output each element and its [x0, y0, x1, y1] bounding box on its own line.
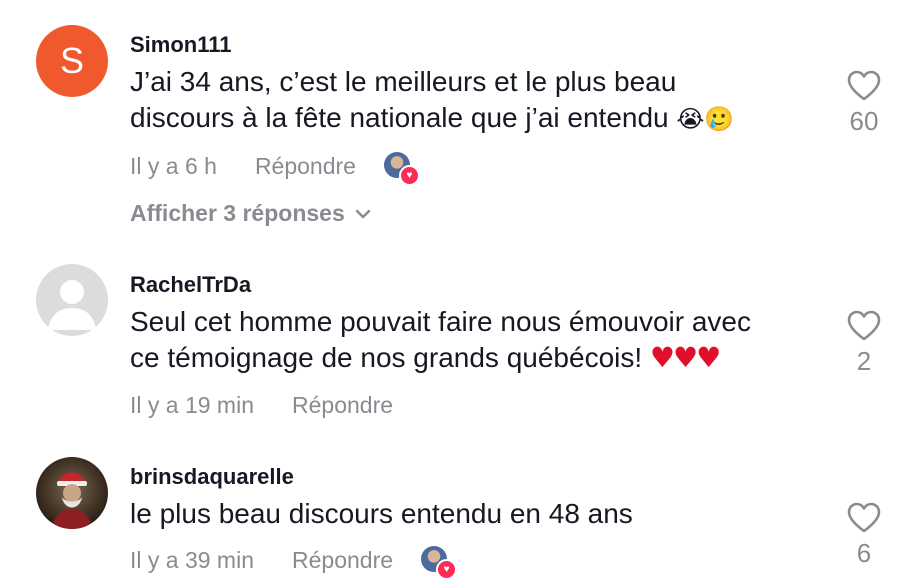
- comment-username[interactable]: Simon111: [130, 32, 232, 58]
- heart-badge-icon: ♥: [436, 559, 458, 580]
- comment-text-line: le plus beau discours entendu en 48 ans: [130, 498, 633, 529]
- comment-text: J’ai 34 ans, c’est le meilleurs et le pl…: [130, 64, 810, 137]
- comment-meta: Il y a 39 min Répondre ♥: [130, 546, 458, 580]
- emoji: ♥♥♥: [649, 341, 721, 374]
- timestamp: Il y a 19 min: [130, 392, 254, 418]
- comment-text-line-2: discours à la fête nationale que j’ai en…: [130, 102, 677, 133]
- like-count: 60: [849, 106, 879, 136]
- comment-username[interactable]: brinsdaquarelle: [130, 464, 294, 490]
- comment-text: Seul cet homme pouvait faire nous émouvo…: [130, 304, 810, 376]
- heart-outline-icon[interactable]: [847, 70, 881, 102]
- comment-text: le plus beau discours entendu en 48 ans: [130, 496, 810, 532]
- comment-text-line-2: ce témoignage de nos grands québécois!: [130, 342, 650, 373]
- emoji: 😭🥲: [676, 105, 735, 133]
- reply-button[interactable]: Répondre: [292, 547, 393, 574]
- creator-liked-badge: ♥: [421, 546, 458, 580]
- timestamp: Il y a 6 h: [130, 152, 217, 179]
- avatar[interactable]: S: [36, 25, 108, 97]
- santa-avatar-icon: [52, 472, 92, 529]
- default-avatar-icon: [48, 280, 96, 330]
- avatar[interactable]: [36, 264, 108, 336]
- chevron-down-icon: [355, 209, 370, 218]
- heart-outline-icon[interactable]: [847, 502, 881, 534]
- like-column: 6: [834, 502, 894, 569]
- comment-text-line: ce témoignage de nos grands québécois! ♥…: [130, 340, 810, 376]
- comment-text-line: J’ai 34 ans, c’est le meilleurs et le pl…: [130, 66, 677, 97]
- avatar[interactable]: [36, 457, 108, 529]
- comment-meta: Il y a 6 h Répondre ♥: [130, 152, 420, 186]
- timestamp: Il y a 39 min: [130, 546, 254, 573]
- comment-username[interactable]: RachelTrDa: [130, 272, 251, 298]
- view-replies-button[interactable]: Afficher 3 réponses: [130, 200, 371, 227]
- like-column: 60: [834, 70, 894, 137]
- comment-text-line: Seul cet homme pouvait faire nous émouvo…: [130, 306, 751, 337]
- comment-meta: Il y a 19 min Répondre: [130, 392, 393, 419]
- heart-outline-icon[interactable]: [847, 310, 881, 342]
- reply-button[interactable]: Répondre: [292, 392, 393, 419]
- creator-liked-badge: ♥: [383, 152, 420, 186]
- heart-badge-icon: ♥: [398, 165, 420, 186]
- like-count: 2: [856, 346, 872, 376]
- view-replies-label: Afficher 3 réponses: [130, 200, 345, 226]
- like-column: 2: [834, 310, 894, 377]
- avatar-letter: S: [59, 40, 84, 81]
- like-count: 6: [856, 538, 872, 568]
- reply-button[interactable]: Répondre: [255, 153, 356, 180]
- comment-text-line: discours à la fête nationale que j’ai en…: [130, 100, 810, 137]
